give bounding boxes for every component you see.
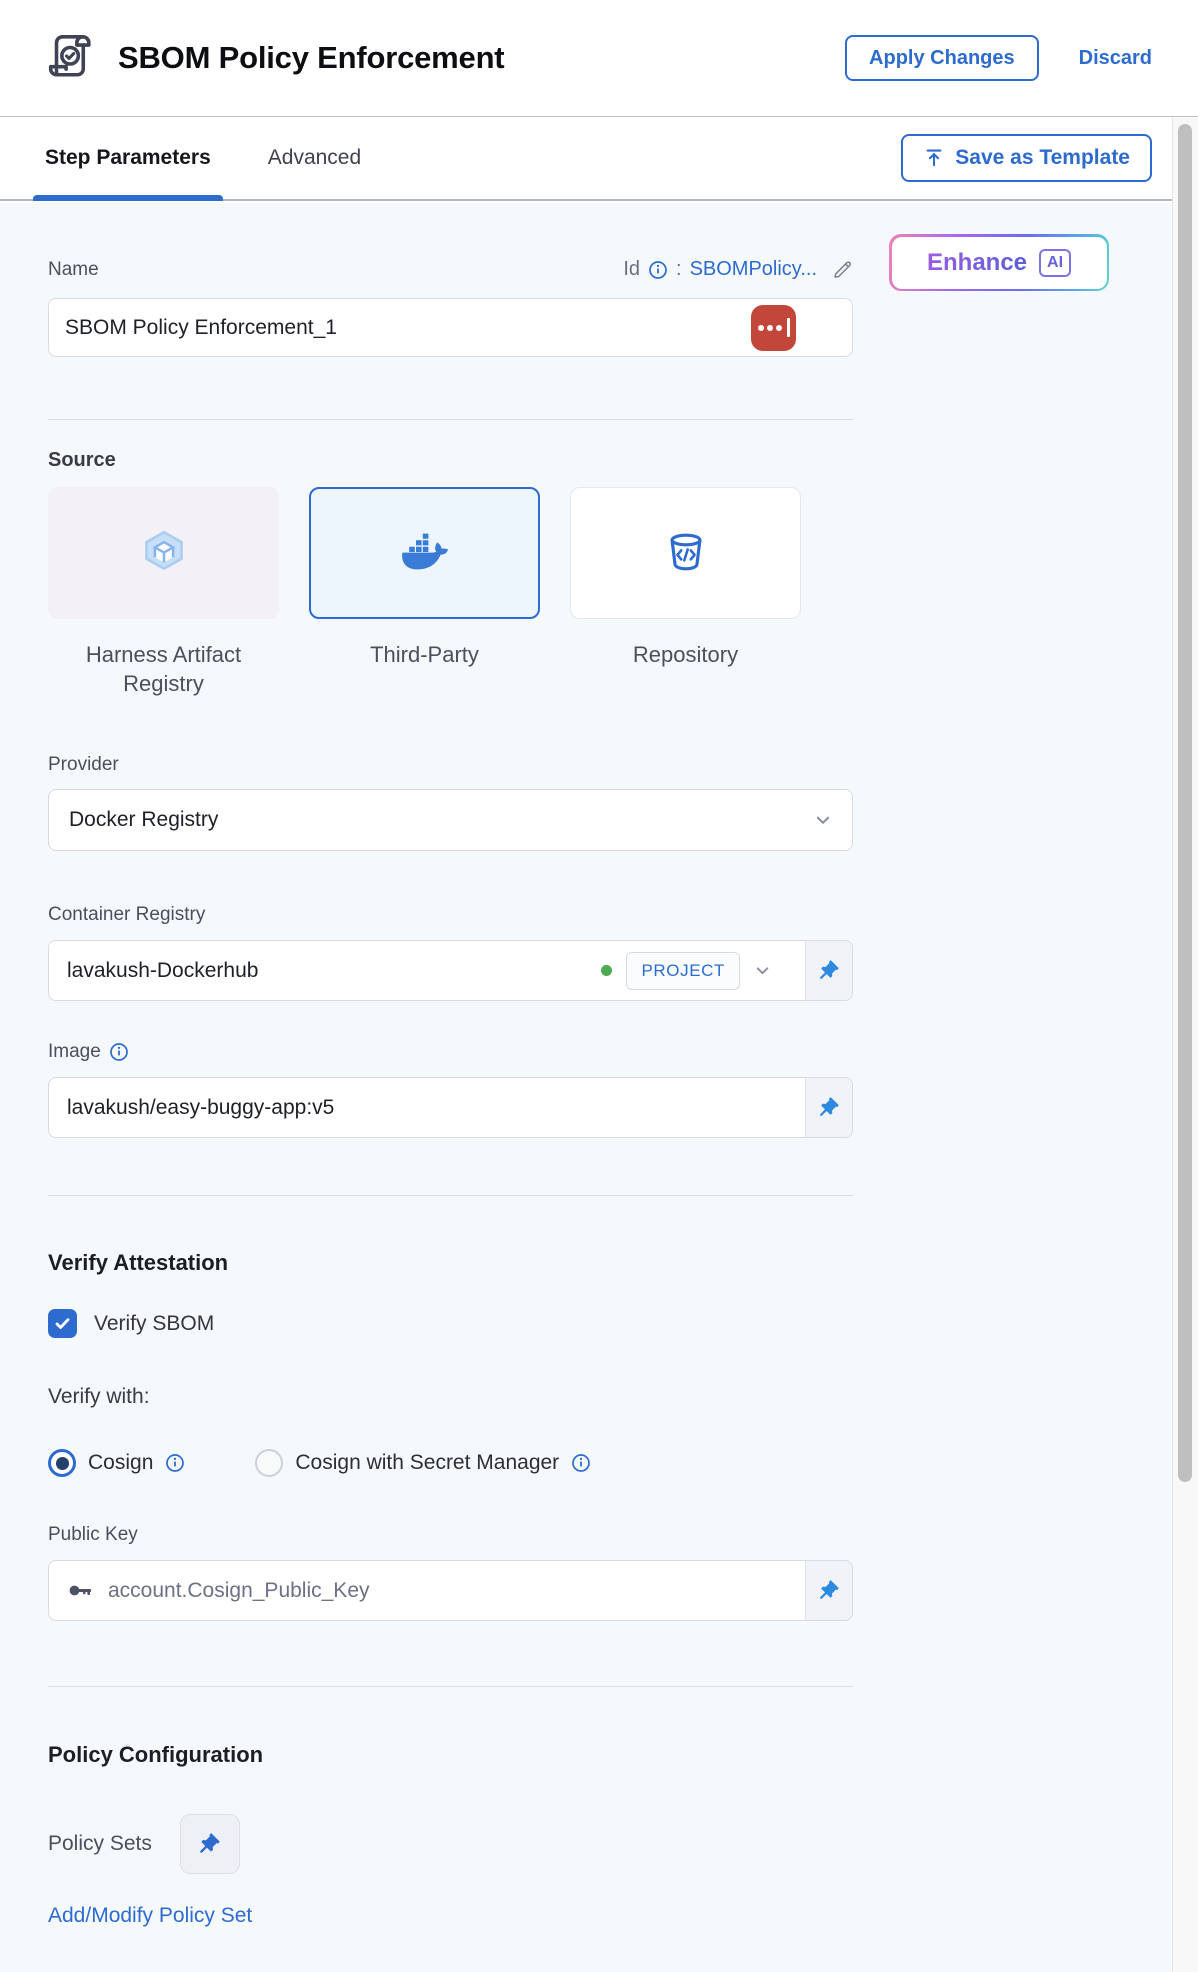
image-input[interactable]: lavakush/easy-buggy-app:v5 xyxy=(48,1077,853,1138)
policy-sets-pin-button[interactable] xyxy=(180,1814,240,1874)
connector-status-dot xyxy=(601,965,612,976)
info-icon[interactable] xyxy=(571,1453,591,1473)
scope-badge: PROJECT xyxy=(626,952,740,990)
runtime-input-red-ellipsis-icon[interactable] xyxy=(751,305,796,351)
verify-attestation-heading: Verify Attestation xyxy=(48,1250,1172,1276)
policy-sets-label: Policy Sets xyxy=(48,1832,152,1856)
sbom-scroll-icon xyxy=(42,29,100,87)
enhance-ai-button[interactable]: Enhance AI xyxy=(889,234,1109,291)
container-registry-input[interactable]: lavakush-Dockerhub PROJECT xyxy=(48,940,853,1001)
pushpin-icon xyxy=(197,1832,222,1857)
provider-select[interactable]: Docker Registry xyxy=(48,789,853,851)
source-option-labels: Harness Artifact Registry Third-Party Re… xyxy=(48,640,1172,698)
info-icon[interactable] xyxy=(109,1042,129,1062)
divider xyxy=(48,1686,853,1687)
divider xyxy=(48,419,853,420)
image-label-row: Image xyxy=(48,1041,1172,1063)
public-key-input[interactable]: account.Cosign_Public_Key xyxy=(48,1560,853,1621)
name-input[interactable]: SBOM Policy Enforcement_1 xyxy=(48,298,853,357)
ai-badge: AI xyxy=(1039,249,1071,277)
pushpin-icon xyxy=(817,1579,841,1603)
source-label-third-party: Third-Party xyxy=(309,640,540,698)
radio-cosign[interactable] xyxy=(48,1449,76,1477)
vertical-scrollbar[interactable] xyxy=(1172,117,1198,1972)
image-label: Image xyxy=(48,1041,101,1063)
checkmark-icon xyxy=(53,1314,72,1333)
runtime-pin-button[interactable] xyxy=(805,941,852,1000)
pushpin-icon xyxy=(817,959,841,983)
runtime-pin-button[interactable] xyxy=(805,1078,852,1137)
add-modify-policy-set-link[interactable]: Add/Modify Policy Set xyxy=(48,1904,252,1928)
name-label: Name xyxy=(48,259,99,281)
tab-step-parameters[interactable]: Step Parameters xyxy=(45,117,211,199)
edit-id-pencil-icon[interactable] xyxy=(831,259,853,281)
verify-sbom-label: Verify SBOM xyxy=(94,1312,214,1336)
public-key-label: Public Key xyxy=(48,1524,1172,1546)
tab-bar: Step Parameters Advanced Save as Templat… xyxy=(0,117,1198,201)
step-id-row: Id : SBOMPolicy... xyxy=(623,258,853,281)
source-card-harness-artifact-registry[interactable] xyxy=(48,487,279,619)
source-options xyxy=(48,487,1172,619)
upload-icon xyxy=(923,147,945,169)
step-id-value: SBOMPolicy... xyxy=(690,258,817,281)
radio-cosign-secret-manager[interactable] xyxy=(255,1449,283,1477)
step-parameters-panel: Enhance AI Name Id : SBOMPolicy... SBOM … xyxy=(0,203,1172,1972)
key-icon xyxy=(67,1577,94,1604)
scrollbar-thumb[interactable] xyxy=(1178,124,1192,1482)
source-card-repository[interactable] xyxy=(570,487,801,619)
source-label-harness-artifact-registry: Harness Artifact Registry xyxy=(48,640,279,698)
divider xyxy=(48,1195,853,1196)
chevron-down-icon xyxy=(814,811,832,829)
policy-configuration-heading: Policy Configuration xyxy=(48,1742,1172,1768)
page-title: SBOM Policy Enforcement xyxy=(118,40,845,76)
container-registry-label: Container Registry xyxy=(48,904,1172,926)
chevron-down-icon[interactable] xyxy=(754,962,771,979)
tab-advanced[interactable]: Advanced xyxy=(268,117,361,199)
runtime-pin-button[interactable] xyxy=(805,1561,852,1620)
active-tab-underline xyxy=(33,195,223,201)
verify-with-label: Verify with: xyxy=(48,1385,1172,1409)
info-icon[interactable] xyxy=(648,260,668,280)
radio-cosign-label: Cosign xyxy=(88,1451,153,1475)
repository-bucket-icon xyxy=(660,527,712,579)
radio-cosign-secret-manager-label: Cosign with Secret Manager xyxy=(295,1451,559,1475)
source-card-third-party[interactable] xyxy=(309,487,540,619)
docker-whale-icon xyxy=(399,527,451,579)
pushpin-icon xyxy=(817,1096,841,1120)
provider-label: Provider xyxy=(48,754,1172,776)
discard-button[interactable]: Discard xyxy=(1079,47,1152,70)
apply-changes-button[interactable]: Apply Changes xyxy=(845,35,1039,81)
verify-sbom-checkbox[interactable] xyxy=(48,1309,77,1338)
source-label: Source xyxy=(48,449,1172,472)
harness-artifact-registry-icon xyxy=(138,527,190,579)
source-label-repository: Repository xyxy=(570,640,801,698)
save-as-template-button[interactable]: Save as Template xyxy=(901,134,1152,182)
info-icon[interactable] xyxy=(165,1453,185,1473)
panel-header: SBOM Policy Enforcement Apply Changes Di… xyxy=(0,0,1198,117)
